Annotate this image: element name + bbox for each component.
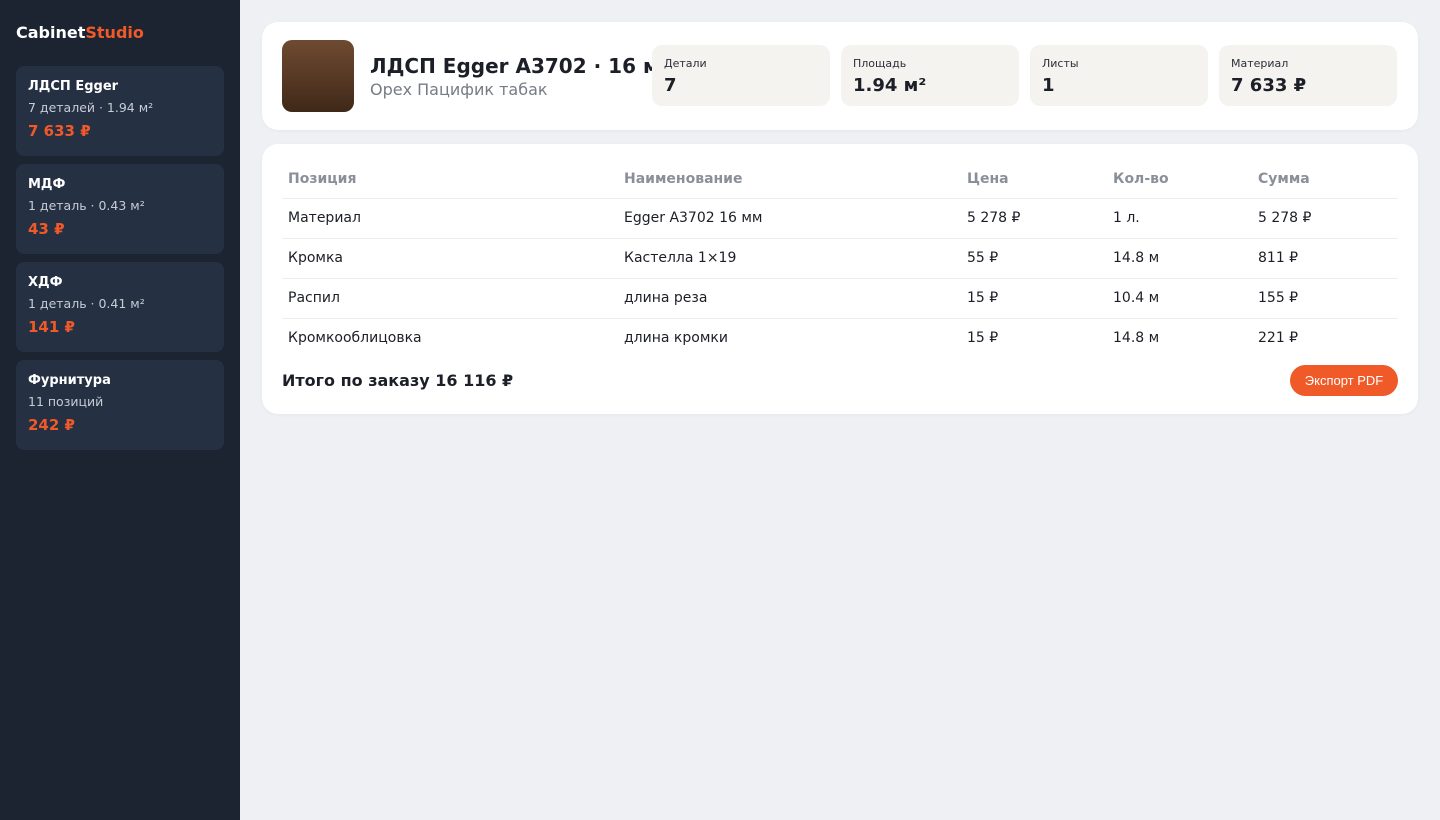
cell-position: Распил: [282, 278, 618, 319]
stat-area: Площадь 1.94 м²: [841, 45, 1019, 106]
cell-position: Кромка: [282, 238, 618, 279]
cell-quantity: 1 л.: [1107, 198, 1252, 239]
column-header-sum: Сумма: [1252, 161, 1398, 199]
material-title: ЛДСП Egger A3702 · 16 мм: [370, 54, 676, 78]
stat-value: 7: [664, 75, 677, 96]
column-header-position: Позиция: [282, 161, 618, 199]
sidebar: CabinetStudio ЛДСП Egger 7 деталей · 1.9…: [0, 0, 240, 820]
table-row: Кромка Кастелла 1×19 55 ₽ 14.8 м 811 ₽: [282, 238, 1398, 279]
cell-quantity: 14.8 м: [1107, 238, 1252, 279]
stat-material-cost: Материал 7 633 ₽: [1219, 45, 1397, 106]
cell-name: длина кромки: [624, 330, 728, 347]
stat-label: Детали: [664, 57, 707, 70]
stat-value: 1: [1042, 75, 1055, 96]
export-pdf-button[interactable]: Экспорт PDF: [1290, 365, 1398, 396]
cell-quantity: 10.4 м: [1107, 278, 1252, 319]
app-logo: CabinetStudio: [16, 24, 224, 42]
cost-breakdown: Позиция Наименование Цена Кол-во Сумма М…: [262, 144, 1418, 414]
sidebar-item-name: ХДФ: [28, 275, 63, 290]
sidebar-item-name: Фурнитура: [28, 373, 111, 388]
table-row: Материал Egger A3702 16 мм 5 278 ₽ 1 л. …: [282, 198, 1398, 239]
cell-name: Egger A3702 16 мм: [618, 198, 961, 239]
material-subtitle: Орех Пацифик табак: [370, 80, 548, 99]
cell-name: длина реза: [618, 278, 961, 319]
stat-parts: Детали 7: [652, 45, 830, 106]
cell-price: 15 ₽: [961, 278, 1107, 319]
material-header: ЛДСП Egger A3702 · 16 мм Орех Пацифик та…: [262, 22, 1418, 130]
table-row: Кромкооблицовка длина кромки 15 ₽ 14.8 м…: [282, 318, 1398, 358]
order-total: Итого по заказу 16 116 ₽: [282, 371, 514, 390]
sidebar-item-price: 141 ₽: [28, 318, 75, 336]
sidebar-item-price: 7 633 ₽: [28, 122, 91, 140]
column-header-quantity: Кол-во: [1107, 161, 1252, 199]
sidebar-item-name: ЛДСП Egger: [28, 79, 119, 94]
sidebar-item-hdf[interactable]: ХДФ 1 деталь · 0.41 м² 141 ₽: [16, 262, 224, 352]
stat-label: Листы: [1042, 57, 1079, 70]
cell-price: 15 ₽: [967, 330, 999, 347]
logo-text-main: Cabinet: [16, 23, 86, 42]
cell-position: Кромкооблицовка: [288, 330, 422, 347]
sidebar-item-mdf[interactable]: МДФ 1 деталь · 0.43 м² 43 ₽: [16, 164, 224, 254]
column-header-price: Цена: [961, 161, 1107, 199]
sidebar-item-meta: 1 деталь · 0.43 м²: [28, 198, 145, 213]
table-row: Распил длина реза 15 ₽ 10.4 м 155 ₽: [282, 278, 1398, 319]
sidebar-item-hardware[interactable]: Фурнитура 11 позиций 242 ₽: [16, 360, 224, 450]
sidebar-item-meta: 11 позиций: [28, 394, 104, 409]
material-swatch: [282, 40, 354, 112]
cell-quantity: 14.8 м: [1113, 330, 1160, 347]
stat-label: Материал: [1231, 57, 1289, 70]
sidebar-item-name: МДФ: [28, 177, 66, 192]
stat-value: 1.94 м²: [853, 75, 927, 96]
cell-price: 5 278 ₽: [961, 198, 1107, 239]
cell-sum: 5 278 ₽: [1252, 198, 1398, 239]
stat-sheets: Листы 1: [1030, 45, 1208, 106]
cell-price: 55 ₽: [961, 238, 1107, 279]
cell-sum: 221 ₽: [1258, 330, 1299, 347]
sidebar-item-price: 43 ₽: [28, 220, 65, 238]
cell-position: Материал: [282, 198, 618, 239]
sidebar-item-price: 242 ₽: [28, 416, 75, 434]
stat-value: 7 633 ₽: [1231, 75, 1307, 96]
column-header-name: Наименование: [618, 161, 961, 199]
sidebar-item-ldsp-egger[interactable]: ЛДСП Egger 7 деталей · 1.94 м² 7 633 ₽: [16, 66, 224, 156]
cell-sum: 155 ₽: [1252, 278, 1398, 319]
stat-label: Площадь: [853, 57, 907, 70]
cost-table: Позиция Наименование Цена Кол-во Сумма М…: [282, 161, 1398, 358]
sidebar-item-meta: 1 деталь · 0.41 м²: [28, 296, 145, 311]
cell-name: Кастелла 1×19: [618, 238, 961, 279]
table-header-row: Позиция Наименование Цена Кол-во Сумма: [282, 161, 1398, 199]
logo-text-accent: Studio: [85, 23, 144, 42]
sidebar-item-meta: 7 деталей · 1.94 м²: [28, 100, 154, 115]
cell-sum: 811 ₽: [1252, 238, 1398, 279]
